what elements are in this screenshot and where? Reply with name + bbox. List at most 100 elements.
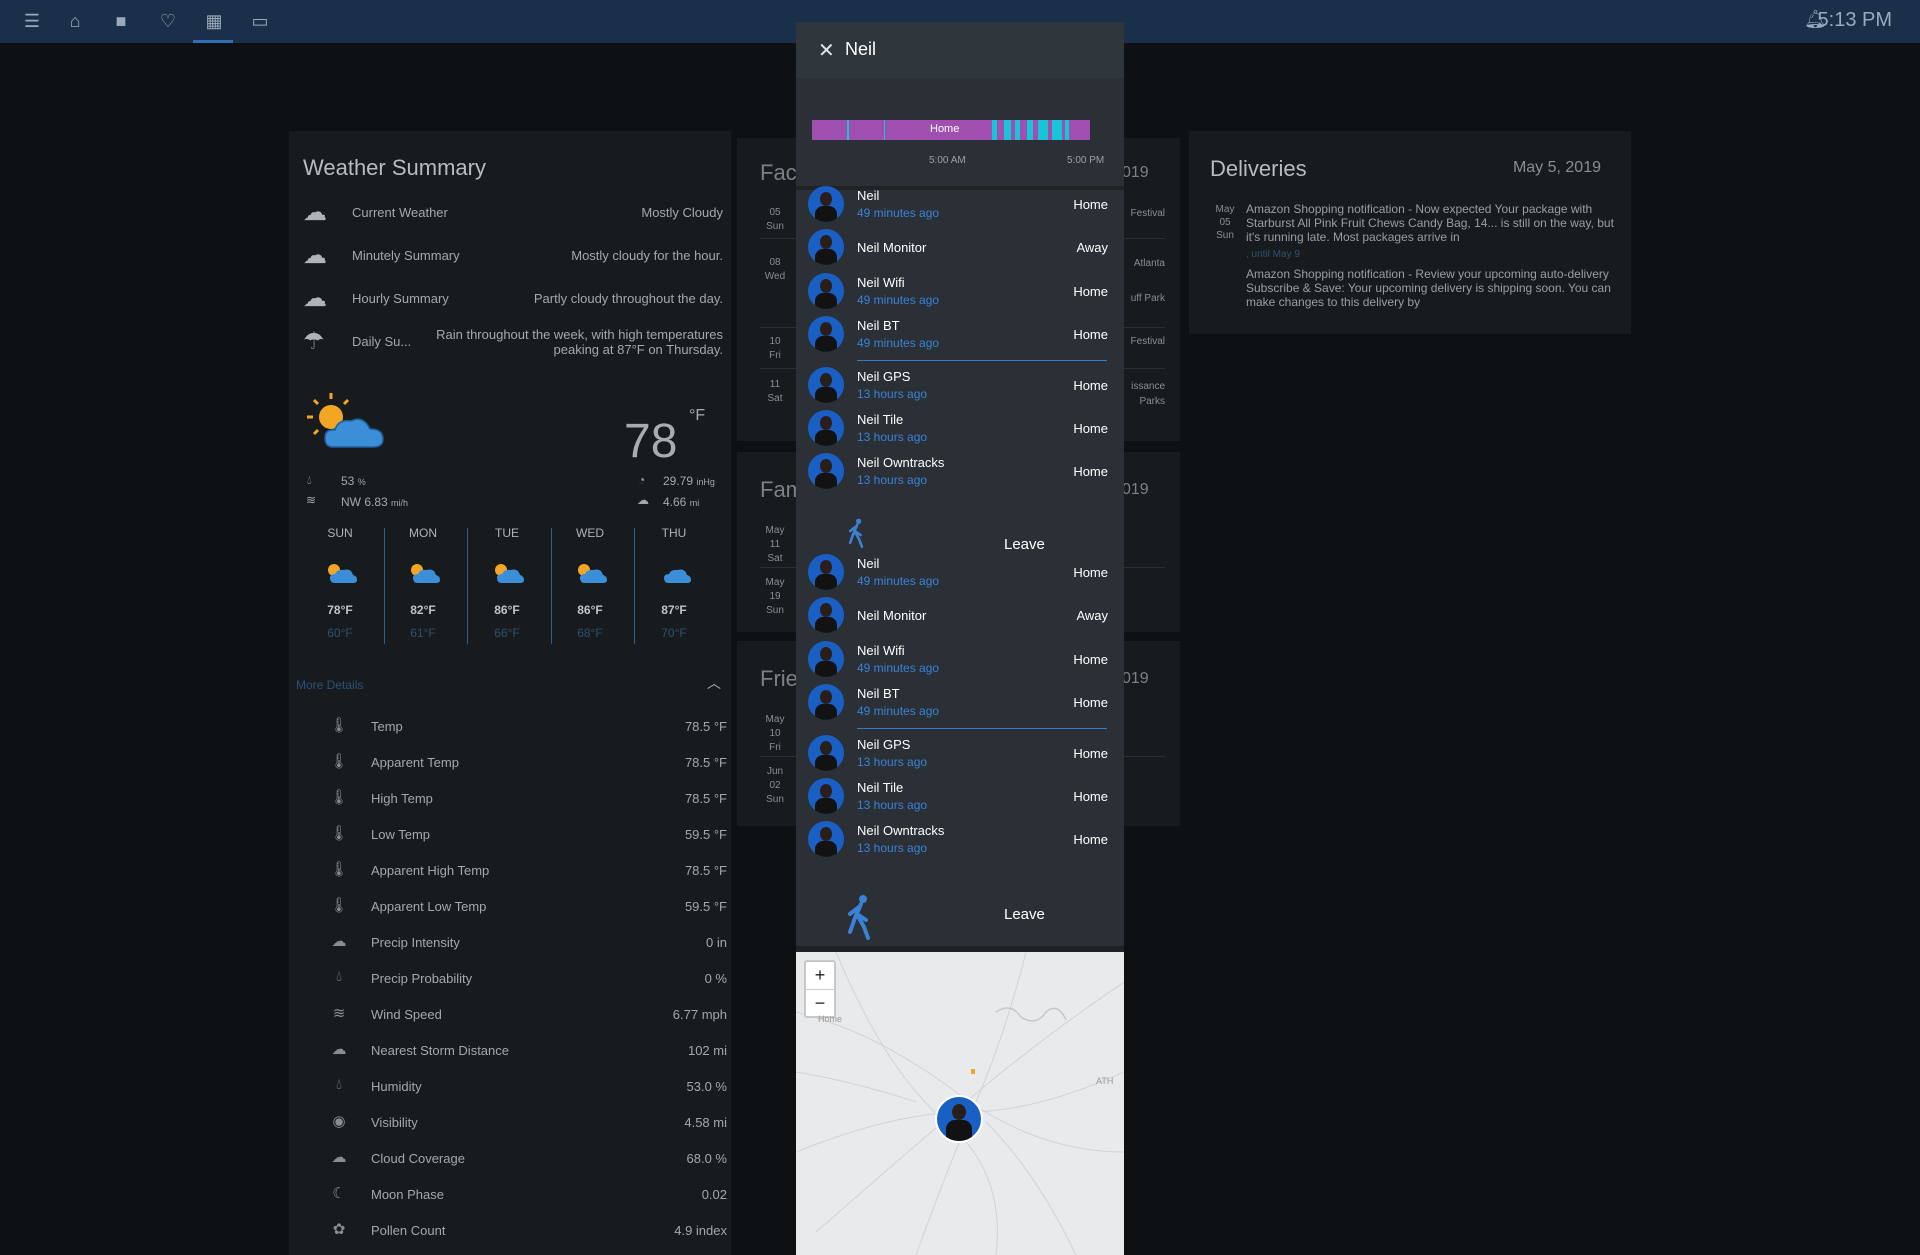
entity-row[interactable]: Neil Monitor Away xyxy=(808,593,1108,635)
entity-state: Home xyxy=(1073,789,1108,804)
state-history-bar[interactable]: Home xyxy=(812,120,1090,140)
detail-value: 68.0 % xyxy=(686,1151,727,1166)
date-weekday: Sun xyxy=(1216,230,1234,241)
card-title: Frie xyxy=(760,666,798,691)
laptop-icon[interactable]: ▭ xyxy=(249,10,271,32)
entity-state: Away xyxy=(1076,240,1108,255)
card-title: Weather Summary xyxy=(303,155,486,180)
rain-icon: ☂ xyxy=(303,328,325,355)
entity-row[interactable]: Neil GPS 13 hours ago Home xyxy=(808,731,1108,773)
forecast-low: 60°F xyxy=(327,626,353,640)
detail-row: ≋ Wind Speed 6.77 mph xyxy=(327,1004,727,1028)
entity-row[interactable]: Neil 49 minutes ago Home xyxy=(808,182,1108,224)
row-value: Rain throughout the week, with high temp… xyxy=(436,327,723,357)
zoom-out-button[interactable]: − xyxy=(806,990,834,1017)
entity-state: Home xyxy=(1073,421,1108,436)
person-map-avatar[interactable] xyxy=(935,1095,983,1143)
more-details-toggle[interactable]: More Details xyxy=(296,678,363,692)
date-month: May xyxy=(765,577,785,588)
partly-cloudy-icon xyxy=(495,564,524,583)
entity-row[interactable]: Neil Monitor Away xyxy=(808,225,1108,267)
cloudy-icon: ☁ xyxy=(303,199,327,226)
detail-row: ☾ Moon Phase 0.02 xyxy=(327,1184,727,1208)
location-map[interactable]: + − ATH Home xyxy=(796,952,1124,1255)
detail-row: 💧︎ Humidity 53.0 % xyxy=(327,1076,727,1100)
date-weekday: Fri xyxy=(769,350,781,361)
entity-row[interactable]: Neil BT 49 minutes ago Home xyxy=(808,680,1108,722)
leave-action-row[interactable]: Leave xyxy=(796,512,1124,553)
divider xyxy=(857,728,1107,729)
menu-icon[interactable]: ☰ xyxy=(21,10,43,32)
date-day: 11 xyxy=(769,379,781,390)
detail-value: 4.9 index xyxy=(674,1223,727,1238)
entity-row[interactable]: Neil 49 minutes ago Home xyxy=(808,550,1108,592)
detail-value: 53.0 % xyxy=(686,1079,727,1094)
partly-cloudy-icon xyxy=(307,393,384,448)
entity-row[interactable]: Neil Tile 13 hours ago Home xyxy=(808,406,1108,448)
entity-state: Home xyxy=(1073,832,1108,847)
entity-row[interactable]: Neil GPS 13 hours ago Home xyxy=(808,363,1108,405)
card-year: 019 xyxy=(1122,481,1149,498)
forecast-day-name: THU xyxy=(661,526,687,540)
entity-row[interactable]: Neil Wifi 49 minutes ago Home xyxy=(808,637,1108,679)
avatar xyxy=(808,554,844,590)
entity-row[interactable]: Neil Owntracks 13 hours ago Home xyxy=(808,449,1108,491)
walking-icon xyxy=(848,895,870,940)
detail-value: 78.5 °F xyxy=(684,719,727,734)
detail-label: Precip Probability xyxy=(371,971,473,986)
entity-row[interactable]: Neil Owntracks 13 hours ago Home xyxy=(808,817,1108,859)
entity-state: Home xyxy=(1073,746,1108,761)
event-date: 10 Fri xyxy=(760,335,790,363)
timeline-tick: 5:00 AM xyxy=(929,155,966,166)
zoom-in-button[interactable]: + xyxy=(806,962,834,990)
detail-label: Wind Speed xyxy=(371,1007,442,1022)
dialog-title: Neil xyxy=(845,39,877,59)
timeline-tick: 5:00 PM xyxy=(1067,155,1105,166)
entity-state: Home xyxy=(1073,378,1108,393)
detail-row: 🌡︎ Apparent Temp 78.5 °F xyxy=(327,752,727,776)
thermometer-icon: 🌡︎ xyxy=(329,717,349,734)
entity-row[interactable]: Neil BT 49 minutes ago Home xyxy=(808,312,1108,354)
entity-name: Neil BT xyxy=(857,686,900,701)
forecast-low: 68°F xyxy=(577,626,603,640)
avatar xyxy=(808,778,844,814)
avatar xyxy=(808,821,844,857)
timeline-segment xyxy=(992,120,997,140)
leave-action-row[interactable]: Leave xyxy=(796,884,1124,946)
timeline-segment xyxy=(1052,120,1062,140)
detail-row: 🌡︎ Apparent High Temp 78.5 °F xyxy=(327,860,727,884)
close-icon[interactable]: ✕ xyxy=(818,38,835,63)
card-title: Deliveries xyxy=(1210,156,1307,181)
forecast-low: 70°F xyxy=(661,626,687,640)
avatar xyxy=(808,186,844,222)
detail-label: Temp xyxy=(371,719,403,734)
date-weekday: Fri xyxy=(769,742,781,753)
entity-row[interactable]: Neil Tile 13 hours ago Home xyxy=(808,774,1108,816)
map-marker[interactable] xyxy=(971,1069,975,1074)
chevron-up-icon[interactable]: ︿ xyxy=(707,673,721,693)
card-title: Fac xyxy=(760,160,797,185)
avatar xyxy=(808,316,844,352)
forecast-day-name: WED xyxy=(576,526,604,540)
row-label: Daily Su... xyxy=(352,334,412,349)
timeline-segment xyxy=(1065,120,1069,140)
calendar-icon[interactable]: ▦ xyxy=(203,10,225,32)
entity-last-changed: 49 minutes ago xyxy=(857,661,940,675)
home-icon[interactable]: ⌂ xyxy=(64,10,86,32)
heart-pulse-icon[interactable]: ♡ xyxy=(157,10,179,32)
row-value: Mostly cloudy for the hour. xyxy=(571,248,723,263)
detail-row: ◉ Visibility 4.58 mi xyxy=(327,1112,727,1136)
partly-cloudy-icon xyxy=(328,564,357,583)
map-zoom-control: + − xyxy=(804,960,836,1018)
date-weekday: Sat xyxy=(767,553,783,564)
detail-label: Nearest Storm Distance xyxy=(371,1043,509,1058)
entity-row[interactable]: Neil Wifi 49 minutes ago Home xyxy=(808,269,1108,311)
thermometer-icon: 🌡︎ xyxy=(329,789,349,806)
pressure-readout: 29.79 inHg xyxy=(663,474,715,488)
camera-icon[interactable]: ■ xyxy=(110,10,132,32)
detail-label: High Temp xyxy=(371,791,433,806)
eye-icon: ◉ xyxy=(332,1113,346,1130)
date-weekday: Sun xyxy=(766,605,784,616)
detail-label: Precip Intensity xyxy=(371,935,460,950)
event-date: May 10 Fri xyxy=(760,713,790,755)
